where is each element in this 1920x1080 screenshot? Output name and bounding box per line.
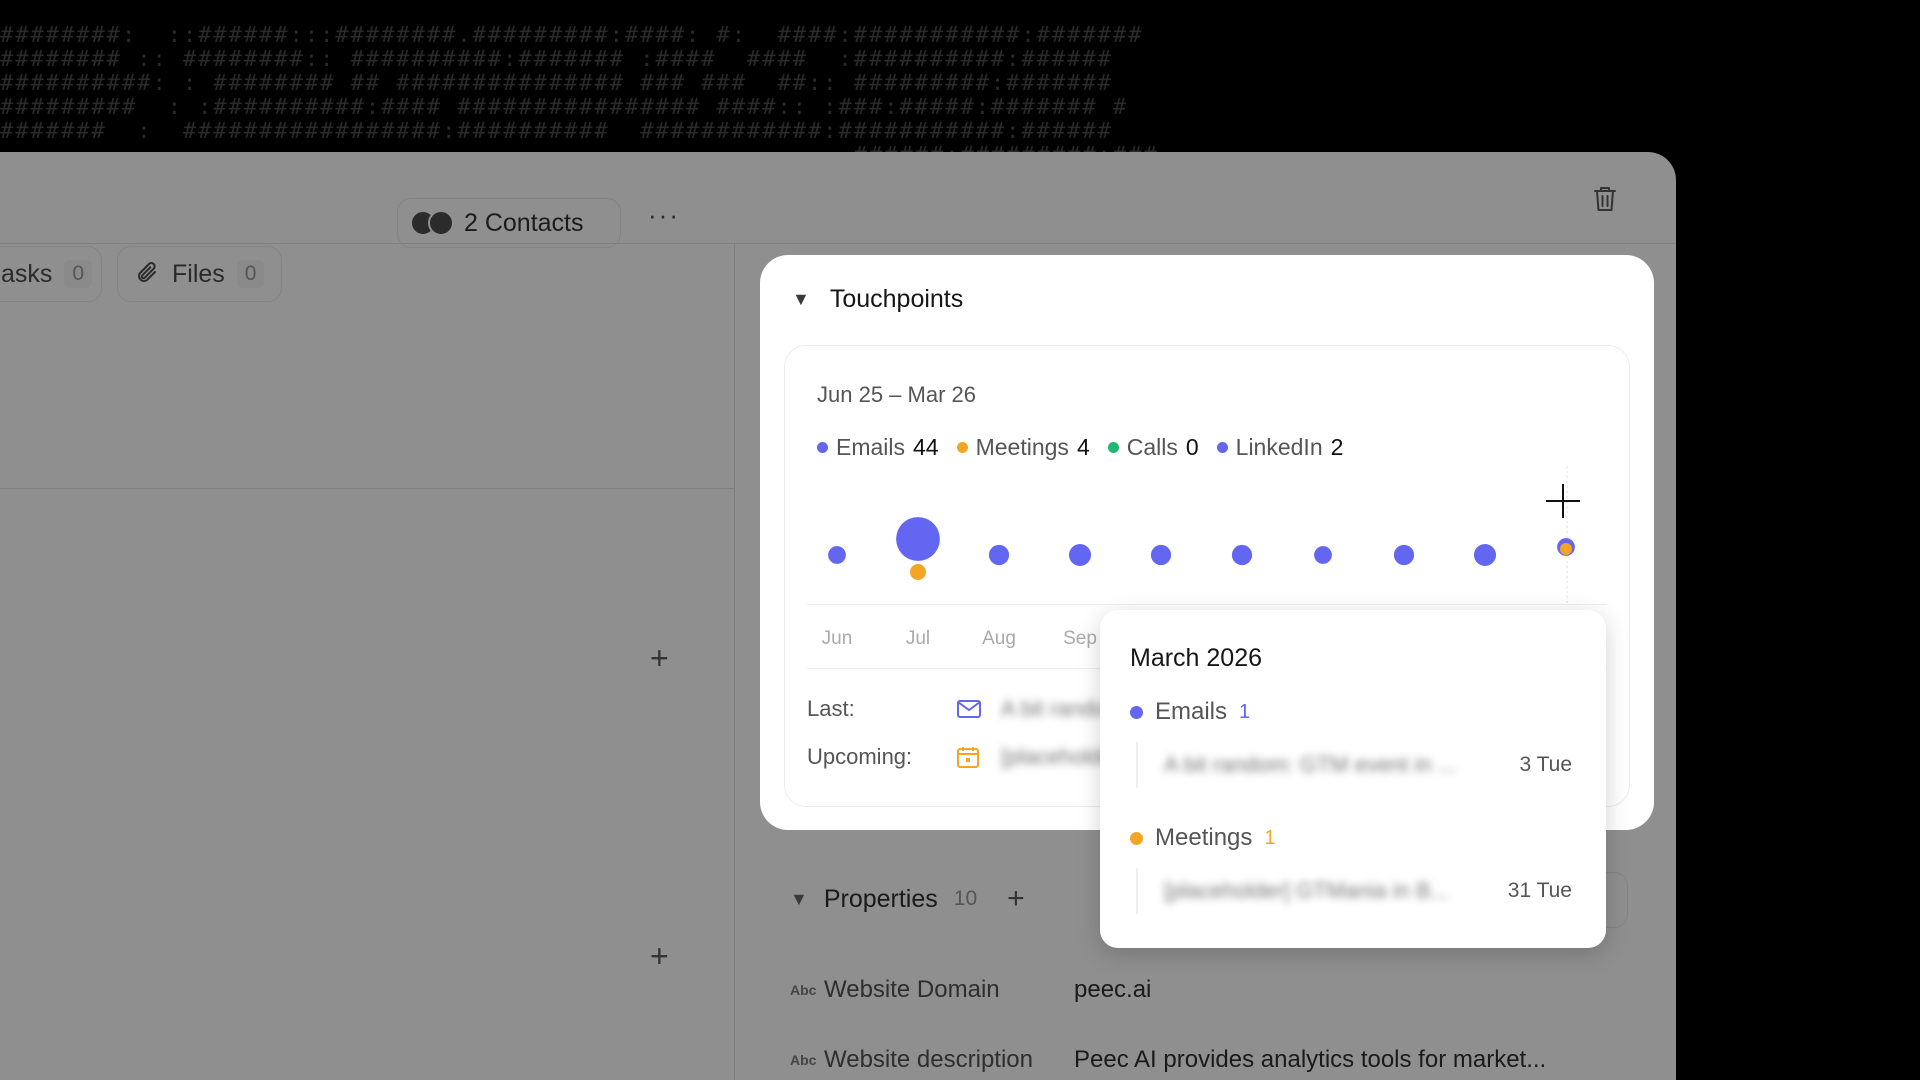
legend-dot (1216, 442, 1228, 453)
add-button[interactable]: + (650, 640, 669, 677)
touchpoints-chart[interactable] (785, 466, 1631, 606)
email-bubble-jan[interactable] (1393, 544, 1415, 566)
month-label: Aug (982, 628, 1016, 649)
entry-title: [placeholder] GTMania in B... (1164, 878, 1449, 903)
tooltip-entry[interactable]: A bit random: GTM event in ... 3 Tue (1136, 742, 1572, 788)
last-touchpoint-row[interactable]: Last: A bit random (807, 696, 1125, 722)
add-button[interactable]: + (650, 938, 669, 975)
email-bubble-aug[interactable] (988, 544, 1010, 566)
entry-title: A bit random: GTM event in ... (1164, 752, 1457, 777)
month-label: Sep (1063, 628, 1097, 649)
email-bubble-feb[interactable] (1473, 543, 1497, 567)
legend-dot (1107, 442, 1119, 453)
avatar (428, 210, 454, 236)
legend-count: 44 (913, 434, 939, 460)
more-options-button[interactable]: ··· (648, 200, 680, 231)
collapse-caret-icon[interactable]: ▼ (792, 289, 810, 310)
group-label: Emails (1155, 698, 1228, 725)
left-pane (0, 244, 735, 1080)
tooltip-entry[interactable]: [placeholder] GTMania in B... 31 Tue (1136, 868, 1572, 914)
contacts-button[interactable]: 2 Contacts (397, 198, 621, 248)
tab-files[interactable]: Files 0 (117, 246, 282, 302)
property-value[interactable]: peec.ai (1074, 976, 1151, 1004)
text-type-icon: Abc (790, 1052, 817, 1068)
legend-item-calls: Calls 0 (1107, 434, 1199, 461)
date-range: Jun 25 – Mar 26 (817, 382, 976, 407)
email-bubble-sep[interactable] (1068, 543, 1092, 567)
tab-files-label: Files (172, 259, 225, 288)
month-label: Jun (821, 628, 853, 649)
legend-count: 0 (1185, 434, 1199, 460)
divider (0, 488, 735, 489)
upcoming-label: Upcoming: (807, 744, 913, 769)
tooltip-group-emails: Emails 1 (1130, 698, 1250, 726)
chart-axis (807, 604, 1607, 605)
tab-tasks[interactable]: asks 0 (0, 246, 102, 302)
touchpoints-header[interactable]: ▼ Touchpoints (792, 285, 963, 314)
properties-title: Properties (823, 884, 938, 913)
window-header (0, 152, 1676, 244)
legend-dot (1130, 831, 1143, 845)
group-label: Meetings (1155, 824, 1253, 851)
legend-label: Meetings (975, 434, 1069, 460)
properties-header[interactable]: ▼ Properties 10 + (790, 882, 1025, 916)
legend-count: 2 (1330, 434, 1344, 460)
tab-tasks-label: asks (1, 259, 53, 288)
collapse-caret-icon[interactable]: ▼ (790, 889, 808, 910)
property-label: Website Domain (824, 976, 1000, 1003)
tooltip-title: March 2026 (1130, 644, 1263, 672)
month-label: Jul (905, 628, 931, 649)
properties-count: 10 (953, 887, 978, 910)
legend-dot (817, 442, 828, 453)
property-row[interactable]: Abc Website description Peec AI provides… (790, 1046, 1546, 1074)
email-bubble-nov[interactable] (1231, 544, 1253, 566)
entry-date: 3 Tue (1519, 753, 1572, 776)
tooltip-group-meetings: Meetings 1 (1130, 824, 1276, 852)
legend-item-meetings: Meetings 4 (956, 434, 1090, 461)
meeting-bubble-jul[interactable] (910, 564, 926, 580)
group-count: 1 (1264, 826, 1276, 849)
trash-icon (1594, 187, 1616, 211)
legend-dot (956, 442, 968, 453)
add-property-button[interactable]: + (1007, 882, 1025, 916)
legend-item-emails: Emails 44 (817, 434, 939, 461)
legend-label: Calls (1126, 434, 1178, 460)
property-row[interactable]: Abc Website Domain peec.ai (790, 976, 1151, 1004)
email-bubble-jul[interactable] (896, 517, 940, 561)
legend-count: 4 (1076, 434, 1090, 460)
entry-date: 31 Tue (1507, 879, 1572, 902)
month-tooltip: March 2026 Emails 1 A bit random: GTM ev… (1100, 610, 1606, 948)
touchpoints-title: Touchpoints (829, 285, 964, 313)
mail-icon (957, 700, 987, 718)
tab-files-count: 0 (236, 260, 265, 288)
delete-button[interactable] (1588, 182, 1622, 216)
chart-legend: Emails 44 Meetings 4 Calls 0 LinkedIn 2 (817, 434, 1343, 461)
tab-tasks-count: 0 (64, 260, 93, 288)
email-bubble-jun[interactable] (828, 546, 846, 564)
paperclip-icon (138, 262, 156, 282)
group-count: 1 (1239, 700, 1251, 723)
property-label: Website description (824, 1046, 1033, 1073)
calendar-icon (957, 746, 987, 768)
legend-dot (1130, 705, 1143, 719)
last-label: Last: (807, 696, 855, 721)
email-bubble-oct[interactable] (1150, 544, 1172, 566)
email-bubble-dec[interactable] (1314, 546, 1332, 564)
legend-label: LinkedIn (1235, 434, 1323, 460)
legend-item-linkedin: LinkedIn 2 (1216, 434, 1344, 461)
contacts-label: 2 Contacts (464, 208, 584, 237)
legend-label: Emails (836, 434, 906, 460)
contact-avatars (410, 210, 454, 236)
meeting-bubble-mar[interactable] (1560, 543, 1572, 555)
upcoming-touchpoint-row[interactable]: Upcoming: [placeholder] (807, 744, 1127, 770)
property-value[interactable]: Peec AI provides analytics tools for mar… (1074, 1046, 1546, 1074)
text-type-icon: Abc (790, 982, 817, 998)
crosshair-cursor-icon (1546, 484, 1580, 518)
